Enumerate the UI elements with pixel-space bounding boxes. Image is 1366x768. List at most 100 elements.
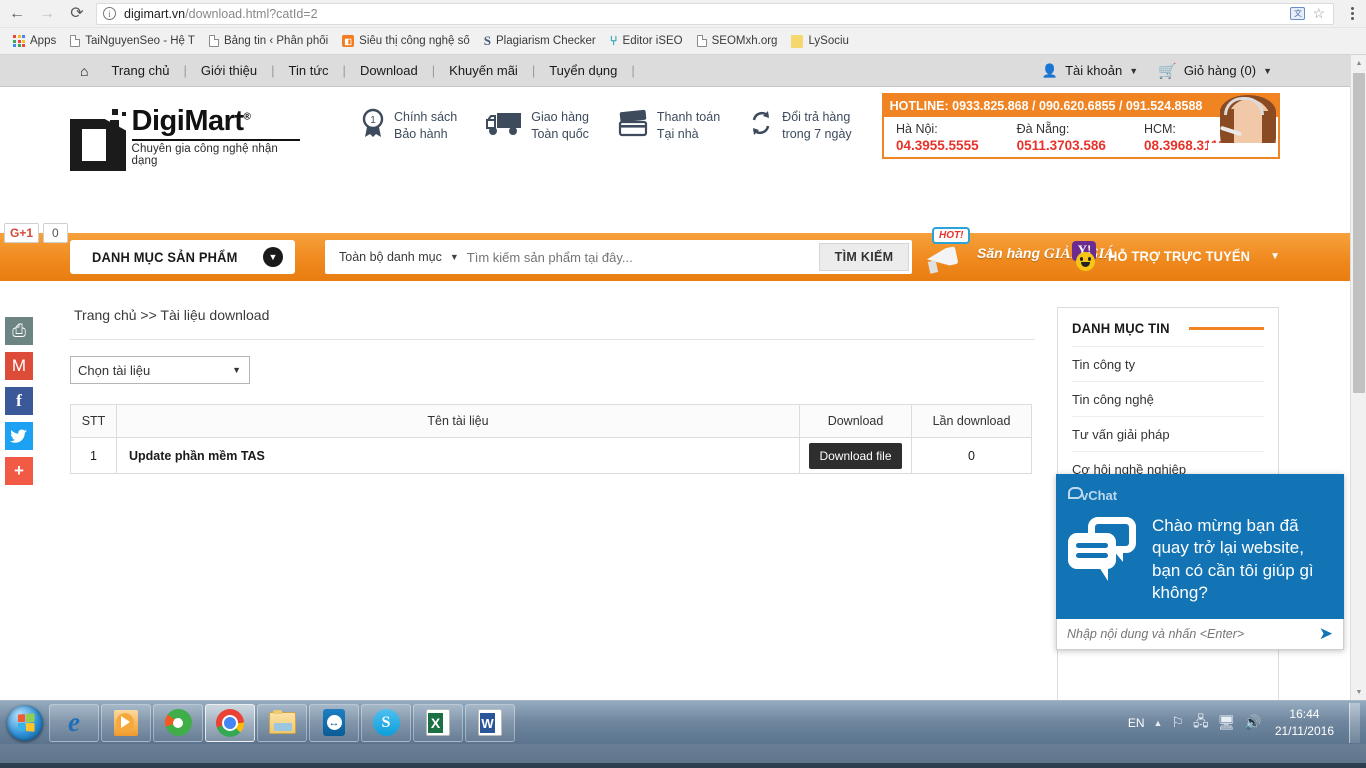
document-select-value: Chọn tài liệu (78, 362, 151, 378)
table-header-row: STT Tên tài liệu Download Lần download (70, 404, 1032, 438)
site-orange-bar: DANH MỤC SẢN PHẨM ▼ Toàn bộ danh mục ▼ T… (0, 227, 1350, 281)
send-arrow-icon[interactable]: ➤ (1319, 624, 1333, 644)
chevron-down-icon: ▼ (1263, 65, 1272, 76)
scrollbar-thumb[interactable] (1353, 73, 1365, 393)
gplus-count: 0 (43, 223, 68, 243)
screen-bottom-bar (0, 763, 1366, 768)
download-file-button[interactable]: Download file (809, 442, 902, 469)
file-explorer-icon[interactable] (257, 703, 307, 742)
gmail-icon[interactable]: M (5, 352, 33, 380)
twitter-icon[interactable] (5, 422, 33, 450)
google-chrome-icon[interactable] (205, 703, 255, 742)
back-arrow-icon[interactable]: ← (4, 1, 30, 27)
show-desktop-button[interactable] (1349, 702, 1360, 743)
online-support-menu[interactable]: Y! HỖ TRỢ TRỰC TUYẾN ▼ (1070, 241, 1280, 271)
chat-input[interactable] (1067, 626, 1319, 641)
google-plus-widget[interactable]: G+1 0 (4, 223, 68, 243)
bookmark-lysociu[interactable]: LySociu (784, 33, 856, 50)
skype-icon[interactable]: S (361, 703, 411, 742)
sidebar-item-tin-cong-ty[interactable]: Tin công ty (1072, 346, 1264, 381)
speaker-icon[interactable]: 🔊 (1244, 714, 1261, 731)
taskbar-clock[interactable]: 16:44 21/11/2016 (1271, 706, 1338, 738)
gplus-button[interactable]: G+1 (4, 223, 40, 243)
forward-arrow-icon[interactable]: → (34, 1, 60, 27)
bookmark-seomxh[interactable]: SEOMxh.org (690, 33, 785, 49)
search-button[interactable]: TÌM KIẾM (819, 243, 909, 271)
chevron-down-icon: ▼ (232, 365, 241, 375)
apps-grid-icon (13, 35, 25, 47)
monitor-icon[interactable]: 🖥 (1218, 714, 1236, 731)
internet-explorer-icon[interactable]: e (49, 703, 99, 742)
chevron-down-icon[interactable]: ▼ (450, 252, 459, 262)
unikey-icon[interactable] (153, 703, 203, 742)
bookmark-editor-iseo[interactable]: ⑂ Editor iSEO (603, 31, 690, 51)
page-scrollbar[interactable]: ▲ ▼ (1350, 55, 1366, 700)
header-services: 1 Chính sách Bảo hành Giao hàng Toàn quốc (360, 108, 852, 143)
network-icon[interactable]: 🖧 (1193, 711, 1209, 735)
hotline-phone: 04.3955.5555 (896, 138, 979, 153)
bookmark-label: Siêu thị công nghệ số (359, 35, 470, 47)
document-select[interactable]: Chọn tài liệu ▼ (70, 356, 250, 384)
service-line2: Tại nhà (656, 126, 699, 141)
topnav-link-tuyendung[interactable]: Tuyển dụng (535, 63, 631, 78)
facebook-icon[interactable]: f (5, 387, 33, 415)
bookmark-sieuthi[interactable]: ◧ Siêu thị công nghệ số (335, 33, 477, 49)
bookmark-plagiarism[interactable]: S Plagiarism Checker (477, 31, 603, 51)
bookmark-bangtin[interactable]: Bảng tin ‹ Phân phối (202, 33, 335, 49)
print-icon[interactable]: ⎙ (5, 317, 33, 345)
topnav-link-trangchu[interactable]: Trang chủ (97, 63, 183, 78)
hotline-danang: Đà Nẵng: 0511.3703.586 (1017, 122, 1106, 153)
topnav-link-tintuc[interactable]: Tin tức (275, 63, 343, 78)
chevron-up-icon[interactable]: ▲ (1154, 718, 1163, 728)
sidebar-item-tu-van-giai-phap[interactable]: Tư vấn giải pháp (1072, 416, 1264, 451)
credit-card-icon (617, 109, 649, 142)
teamviewer-icon[interactable]: ↔ (309, 703, 359, 742)
address-bar[interactable]: i digimart.vn/download.html?catId=2 文 ☆ (96, 2, 1334, 25)
product-category-button[interactable]: DANH MỤC SẢN PHẨM ▼ (70, 240, 295, 274)
home-icon[interactable]: ⌂ (80, 63, 88, 79)
bookmark-label: Apps (30, 35, 57, 47)
scroll-up-arrow-icon[interactable]: ▲ (1351, 55, 1366, 71)
hotline-city: Hà Nội: (896, 122, 938, 136)
search-input[interactable] (466, 249, 819, 265)
service-shipping: Giao hàng Toàn quốc (485, 108, 589, 143)
chat-body: vChat Chào mừng bạn đã quay trở lại webs… (1056, 474, 1344, 619)
topnav-link-gioithieu[interactable]: Giới thiệu (187, 63, 271, 78)
bookmark-label: Bảng tin ‹ Phân phối (223, 35, 329, 47)
breadcrumb[interactable]: Trang chủ >> Tài liệu download (70, 281, 1035, 339)
addthis-plus-icon[interactable]: + (5, 457, 33, 485)
chevron-down-icon: ▼ (1270, 250, 1280, 262)
service-line2: Bảo hành (394, 126, 448, 141)
translate-icon[interactable]: 文 (1290, 7, 1306, 20)
account-menu[interactable]: 👤 Tài khoản ▼ (1034, 63, 1146, 79)
windows-media-player-icon[interactable] (101, 703, 151, 742)
site-logo[interactable]: DigiMart® Chuyên gia công nghệ nhận dạng (70, 107, 300, 171)
bookmarks-bar: Apps TaiNguyenSeo - Hệ T Bảng tin ‹ Phân… (0, 28, 1366, 55)
language-indicator[interactable]: EN (1128, 716, 1145, 730)
excel-icon[interactable]: X (413, 703, 463, 742)
screen: ← → ⟳ i digimart.vn/download.html?catId=… (0, 0, 1366, 768)
chat-brand: vChat (1081, 488, 1118, 503)
yellow-folder-icon (791, 34, 804, 48)
topnav-link-download[interactable]: Download (346, 63, 432, 78)
sidebar-item-tin-cong-nghe[interactable]: Tin công nghệ (1072, 381, 1264, 416)
cart-menu[interactable]: 🛒 Giỏ hàng (0) ▼ (1150, 62, 1280, 80)
site-info-icon[interactable]: i (103, 7, 116, 20)
bookmark-tainguyenseo[interactable]: TaiNguyenSeo - Hệ T (63, 33, 202, 49)
windows-start-orb-icon[interactable] (2, 703, 48, 743)
word-icon[interactable]: W (465, 703, 515, 742)
bookmark-apps[interactable]: Apps (6, 33, 63, 49)
search-category-label[interactable]: Toàn bộ danh mục (325, 250, 450, 264)
clock-date: 21/11/2016 (1274, 723, 1334, 738)
scroll-down-arrow-icon[interactable]: ▼ (1351, 684, 1366, 700)
cell-count: 0 (911, 437, 1032, 474)
documents-table: STT Tên tài liệu Download Lần download 1… (70, 404, 1032, 474)
topnav-link-khuyenmai[interactable]: Khuyến mãi (435, 63, 532, 78)
chrome-menu-icon[interactable] (1342, 7, 1362, 20)
reload-icon[interactable]: ⟳ (64, 1, 90, 27)
main-column: Trang chủ >> Tài liệu download Chọn tài … (70, 281, 1035, 700)
flag-icon[interactable]: ⚐ (1171, 714, 1184, 731)
service-warranty: 1 Chính sách Bảo hành (360, 108, 457, 143)
cart-label: Giỏ hàng (0) (1183, 63, 1257, 78)
star-icon[interactable]: ☆ (1312, 5, 1325, 22)
